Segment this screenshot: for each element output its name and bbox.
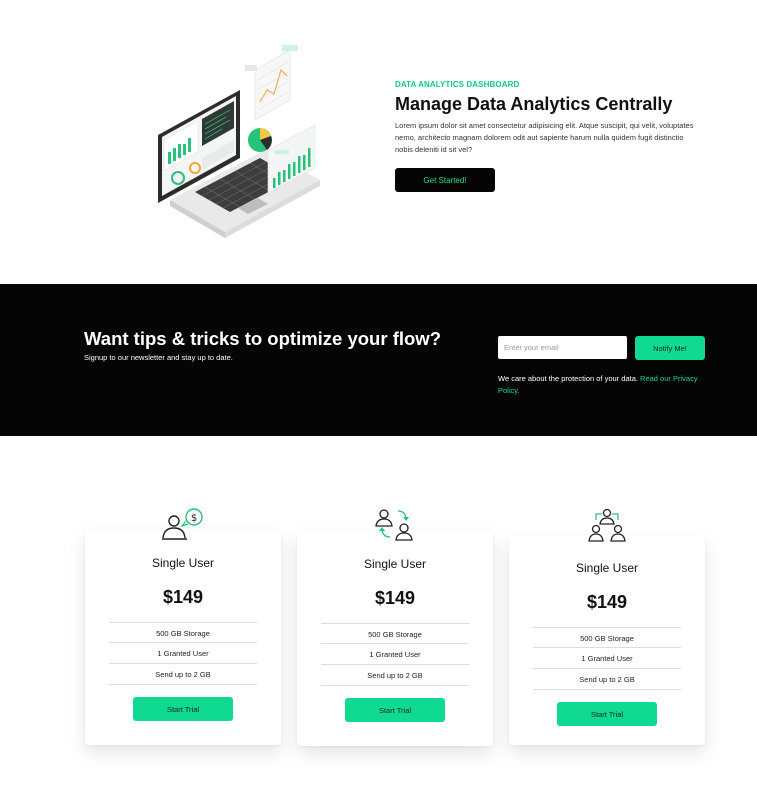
svg-text:$: $ [191,513,197,524]
pricing-card: Single User $149 500 GB Storage 1 Grante… [509,508,705,745]
email-input[interactable] [498,336,627,359]
hero-eyebrow: DATA ANALYTICS DASHBOARD [395,80,520,89]
hero-text-block: DATA ANALYTICS DASHBOARD Manage Data Ana… [395,80,705,192]
plan-title: Single User [151,556,215,570]
plan-title: Single User [363,557,427,571]
pricing-card: Single User $149 500 GB Storage 1 Grante… [297,509,493,746]
pricing-card: $ Single User $149 500 GB Storage 1 Gran… [85,508,281,745]
newsletter-title: Want tips & tricks to optimize your flow… [84,328,441,349]
plan-price: $149 [162,587,204,607]
get-started-button[interactable]: Get Started! [395,168,495,192]
newsletter-section: Want tips & tricks to optimize your flow… [0,284,757,436]
plan-price: $149 [586,592,628,612]
team-group-icon [582,508,632,544]
plan-feature: 500 GB Storage [109,622,257,643]
start-trial-button[interactable]: Start Trial [557,702,657,726]
plan-feature: 500 GB Storage [321,623,469,644]
plan-feature: 500 GB Storage [533,627,681,648]
plan-feature: Send up to 2 GB [109,664,257,685]
plan-feature: 1 Granted User [109,643,257,664]
plan-feature: Send up to 2 GB [321,665,469,686]
plan-price: $149 [374,588,416,608]
analytics-laptop-illustration [150,40,325,240]
privacy-notice: We care about the protection of your dat… [498,373,698,397]
hero-section: DATA ANALYTICS DASHBOARD Manage Data Ana… [0,0,757,284]
plan-title: Single User [575,561,639,575]
plan-feature: Send up to 2 GB [533,669,681,690]
start-trial-button[interactable]: Start Trial [133,697,233,721]
user-dollar-icon: $ [158,508,208,544]
privacy-text: We care about the protection of your dat… [498,374,638,383]
hero-title: Manage Data Analytics Centrally [395,94,673,114]
hero-description: Lorem ipsum dolor sit amet consectetur a… [395,121,694,154]
newsletter-subtitle: Signup to our newsletter and stay up to … [84,353,233,362]
plan-feature: 1 Granted User [321,644,469,665]
start-trial-button[interactable]: Start Trial [345,698,445,722]
plan-feature: 1 Granted User [533,648,681,669]
users-exchange-icon [370,506,420,542]
notify-me-button[interactable]: Notify Me! [635,336,705,360]
